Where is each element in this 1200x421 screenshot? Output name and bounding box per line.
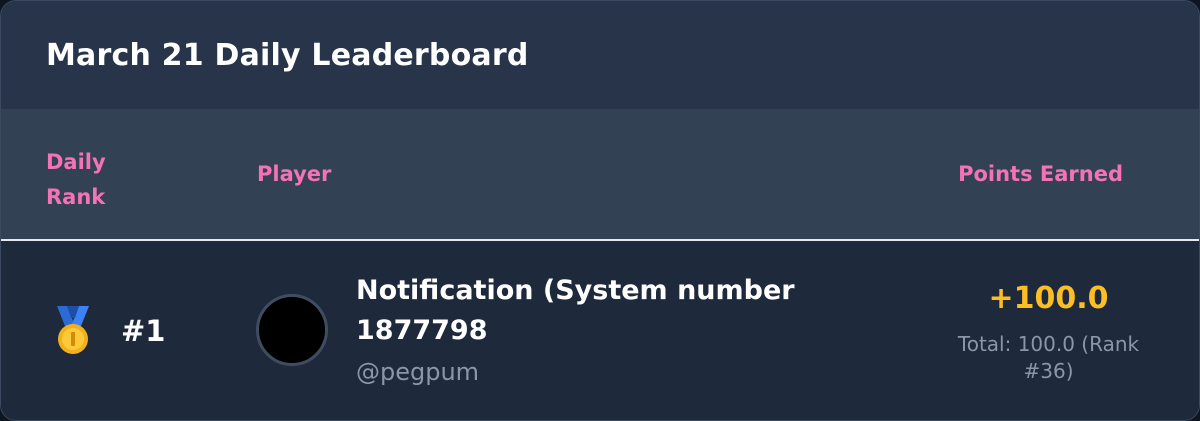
avatar[interactable] [256, 294, 328, 366]
table-header: Daily Rank Player Points Earned [1, 109, 1199, 241]
leaderboard-title: March 21 Daily Leaderboard [46, 37, 529, 73]
player-handle[interactable]: @pegpum [356, 356, 479, 388]
column-header-points: Points Earned [958, 162, 1123, 186]
total-points: Total: 100.0 (Rank #36) [957, 332, 1140, 383]
gold-medal-icon [57, 306, 89, 354]
column-header-player: Player [257, 162, 332, 186]
leaderboard-card: March 21 Daily Leaderboard Daily Rank Pl… [0, 0, 1200, 421]
table-row[interactable]: #1 Notification (System number 1877798 @… [1, 241, 1199, 420]
column-header-rank: Daily Rank [46, 150, 106, 209]
player-name[interactable]: Notification (System number 1877798 [356, 271, 806, 351]
points-earned: +100.0 [988, 281, 1109, 316]
rank-value: #1 [121, 314, 166, 348]
title-bar: March 21 Daily Leaderboard [1, 1, 1199, 109]
